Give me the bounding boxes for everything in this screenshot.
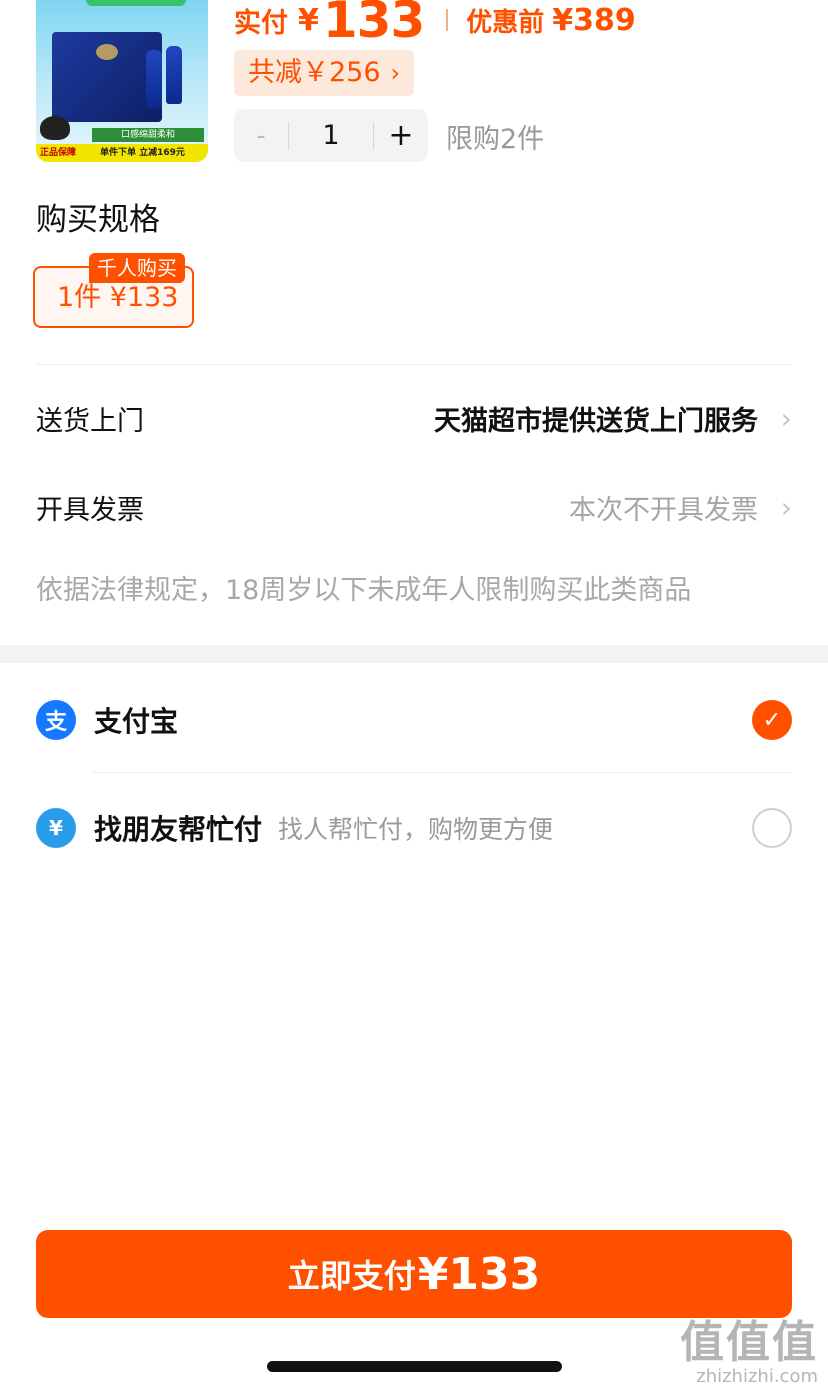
section-gap <box>0 645 828 663</box>
thumbnail-label: 口感绵甜柔和 <box>92 128 204 142</box>
thumbnail-badge-right: 单件下单 立减169元 <box>100 148 185 158</box>
tmall-cat-icon <box>40 116 70 140</box>
alipay-icon: 支 <box>36 700 76 740</box>
invoice-label: 开具发票 <box>36 494 144 526</box>
invoice-value: 本次不开具发票 <box>569 494 758 526</box>
discount-detail-button[interactable]: 共减￥256 › <box>234 50 415 96</box>
watermark-url: zhizhizhi.com <box>696 1366 818 1387</box>
friend-pay-icon: ¥ <box>36 808 76 848</box>
watermark-logo: 值值值 <box>680 1317 818 1368</box>
chevron-right-icon: › <box>390 59 401 87</box>
discount-text: 共减￥256 <box>248 57 381 88</box>
price-line: 实付 ¥ 133 优惠前 ¥389 <box>234 0 636 49</box>
bottle-image <box>166 46 182 104</box>
payment-desc: 找人帮忙付，购物更方便 <box>278 815 554 844</box>
checkmark-icon[interactable]: ✓ <box>752 700 792 740</box>
radio-icon[interactable] <box>752 808 792 848</box>
original-price-label: 优惠前 <box>466 7 545 38</box>
thumbnail-promo-bar: 正品保障 单件下单 立减169元 <box>36 144 208 162</box>
delivery-row[interactable]: 送货上门 天猫超市提供送货上门服务 › <box>36 388 792 448</box>
payment-divider <box>92 772 792 773</box>
invoice-row[interactable]: 开具发票 本次不开具发票 › <box>36 477 792 537</box>
pay-price-currency: ¥ <box>298 2 319 38</box>
chevron-right-icon: › <box>780 401 792 435</box>
purchase-limit-text: 限购2件 <box>446 124 545 155</box>
pay-button-amount: ¥133 <box>417 1248 541 1300</box>
watermark: 值值值 zhizhizhi.com <box>680 1306 818 1387</box>
pay-price-value: 133 <box>322 0 425 49</box>
original-price-value: ¥389 <box>552 2 636 38</box>
thumbnail-badge-left: 正品保障 <box>40 148 77 158</box>
quantity-stepper[interactable]: - 1 + <box>234 109 428 162</box>
delivery-label: 送货上门 <box>36 405 144 437</box>
home-indicator[interactable] <box>267 1361 562 1372</box>
quantity-value[interactable]: 1 <box>289 120 373 151</box>
thumbnail-top-strip <box>86 0 186 6</box>
pay-now-button[interactable]: 立即支付 ¥133 <box>36 1230 792 1318</box>
payment-option-alipay[interactable]: 支 支付宝 ✓ <box>36 688 792 752</box>
payment-name: 找朋友帮忙付 <box>94 813 263 846</box>
pay-price-label: 实付 <box>234 7 288 39</box>
spec-option-badge: 千人购买 <box>89 253 185 283</box>
increment-button[interactable]: + <box>374 118 428 153</box>
payment-name: 支付宝 <box>94 705 179 738</box>
payment-option-friend[interactable]: ¥ 找朋友帮忙付 找人帮忙付，购物更方便 <box>36 796 792 860</box>
bottle-image <box>146 50 162 108</box>
chevron-right-icon: › <box>780 490 792 524</box>
pay-button-label: 立即支付 <box>287 1257 416 1295</box>
decrement-button[interactable]: - <box>234 121 288 151</box>
section-divider <box>36 364 792 365</box>
product-thumbnail[interactable]: 口感绵甜柔和 正品保障 单件下单 立减169元 <box>36 0 208 162</box>
delivery-value: 天猫超市提供送货上门服务 <box>434 405 758 437</box>
spec-title: 购买规格 <box>36 202 160 238</box>
price-divider <box>446 9 449 31</box>
legal-notice: 依据法律规定，18周岁以下未成年人限制购买此类商品 <box>36 575 692 606</box>
